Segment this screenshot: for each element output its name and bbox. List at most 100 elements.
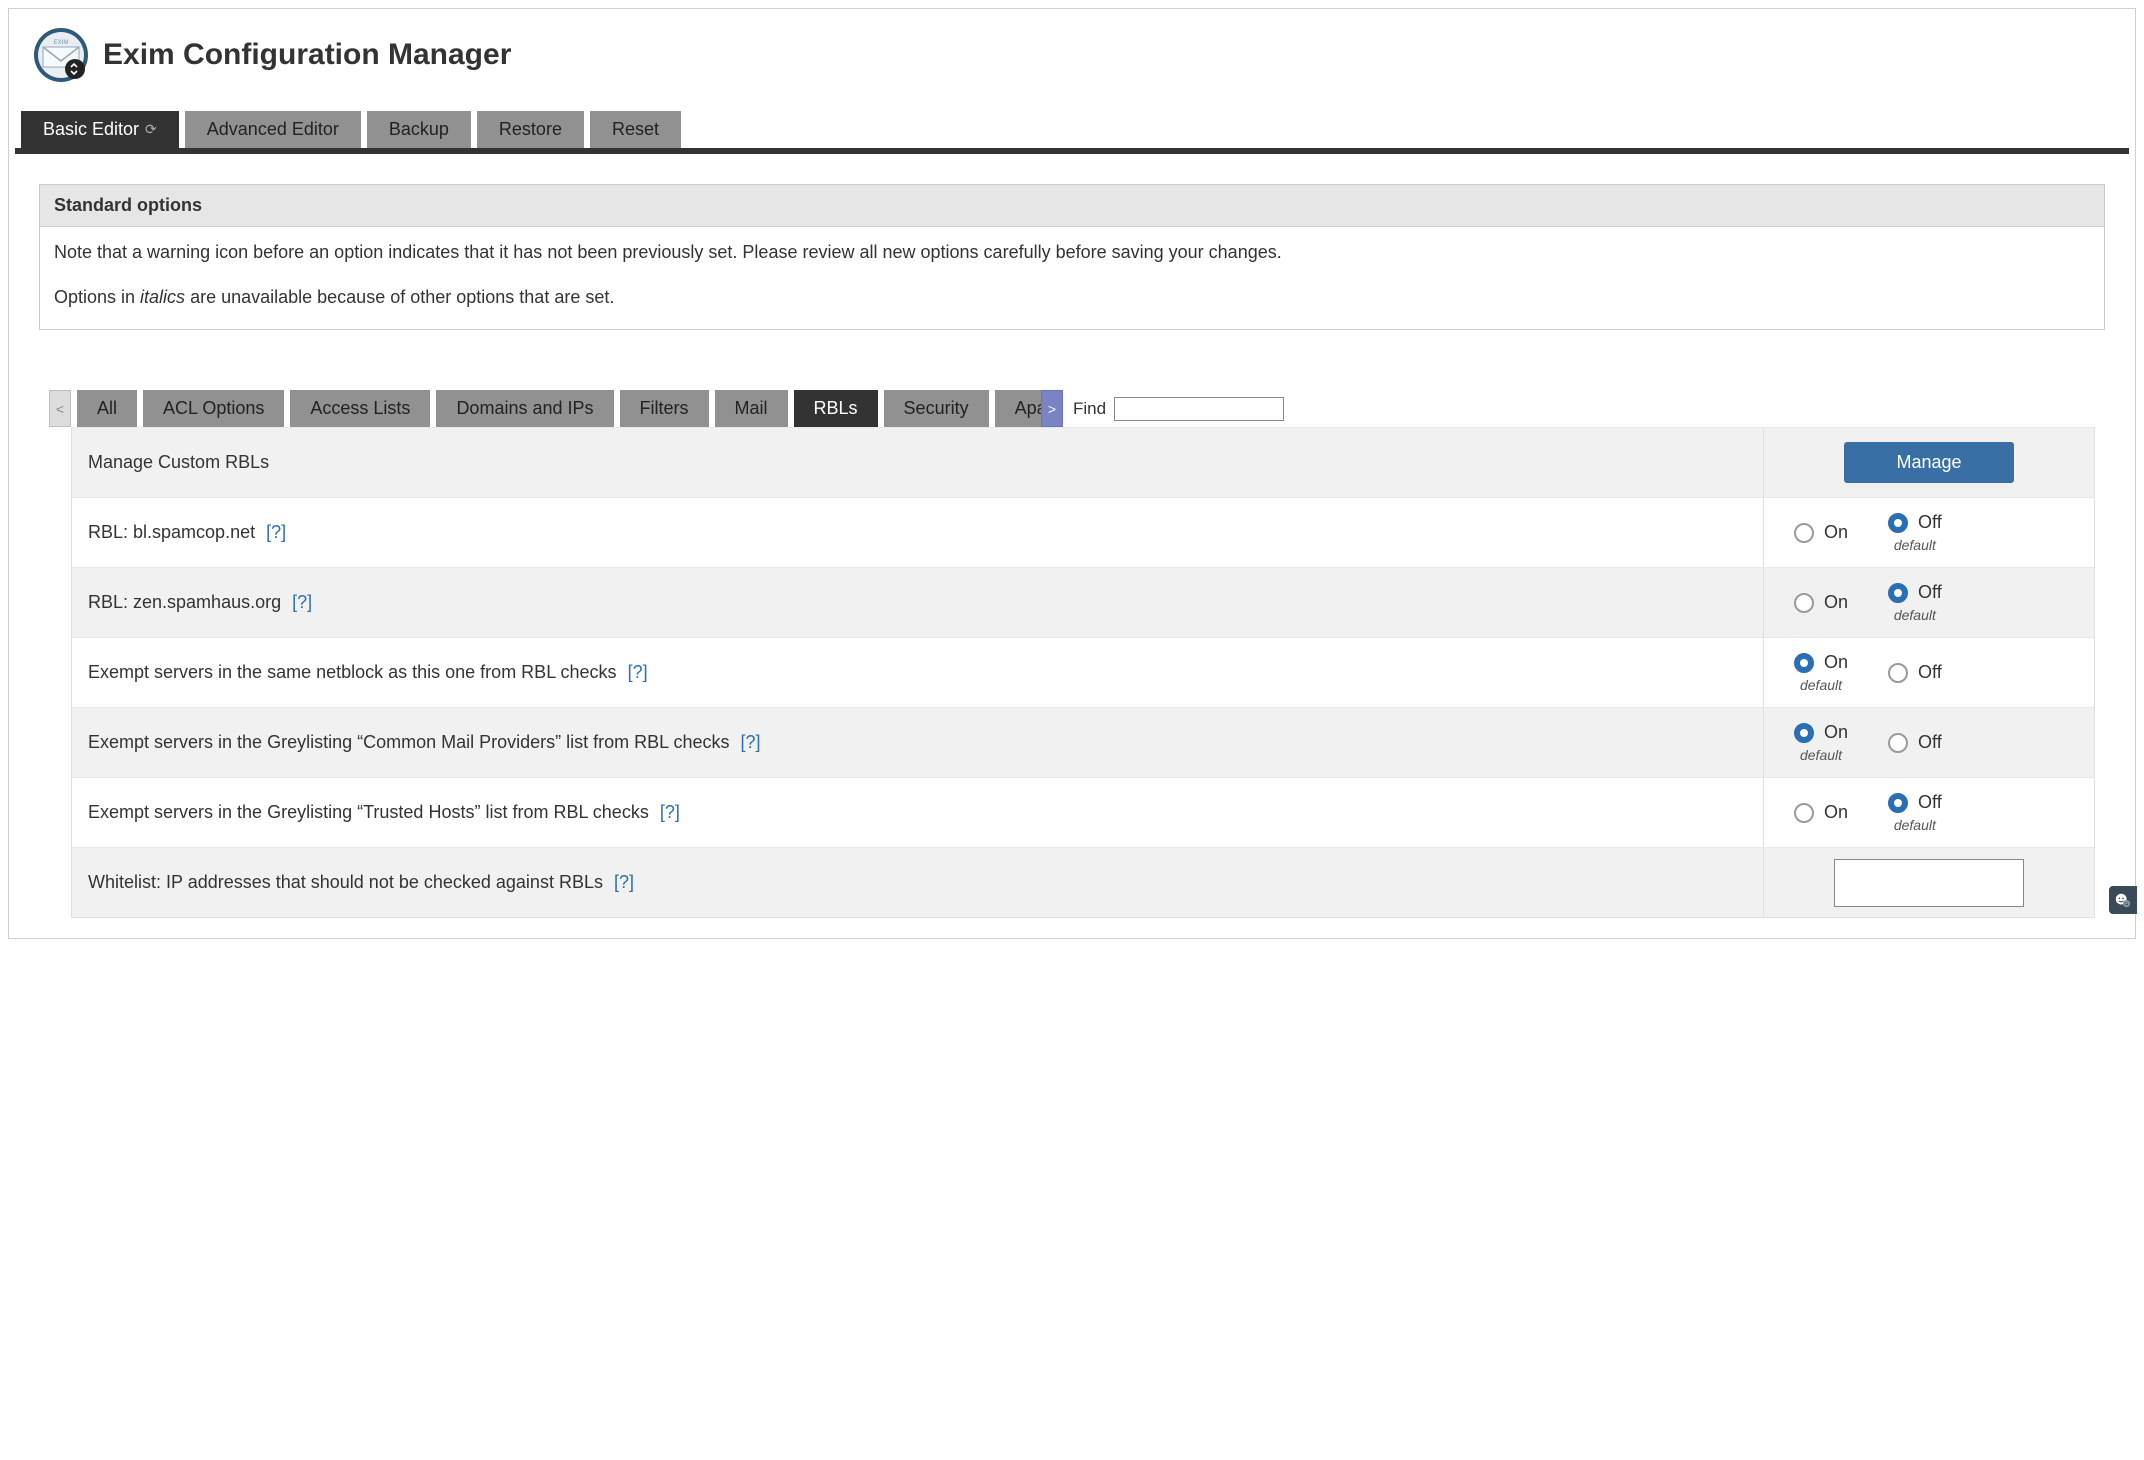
inner-tab-acl-options[interactable]: ACL Options (143, 390, 284, 427)
settings-control-cell: Manage (1764, 428, 2094, 497)
whitelist-ips-textarea[interactable] (1834, 859, 2024, 907)
settings-row-rbl-spamhaus: RBL: zen.spamhaus.org [?] On Offdefault (72, 567, 2094, 637)
exempt-greylist-trusted-on-group: On (1794, 802, 1848, 823)
settings-row-exempt-netblock: Exempt servers in the same netblock as t… (72, 637, 2094, 707)
default-indicator: default (1800, 747, 1842, 763)
default-indicator: default (1894, 607, 1936, 623)
notice-line-1: Note that a warning icon before an optio… (54, 239, 2090, 266)
rbl-spamcop-on-radio[interactable] (1794, 523, 1814, 543)
rbl-spamhaus-on-radio[interactable] (1794, 593, 1814, 613)
find-input[interactable] (1114, 397, 1284, 421)
tab-label: Backup (389, 119, 449, 140)
settings-control-cell: On default Off (1764, 708, 2094, 777)
setting-label: Exempt servers in the same netblock as t… (88, 662, 617, 682)
settings-table: Manage Custom RBLs Manage RBL: bl.spamcop.… (71, 427, 2095, 918)
exempt-netblock-on-radio[interactable] (1794, 653, 1814, 673)
tabs-scroll-left-button[interactable]: < (49, 390, 71, 427)
tab-reset[interactable]: Reset (590, 111, 681, 148)
svg-text:EXIM: EXIM (54, 40, 69, 46)
settings-control-cell: OnOffdefault (1764, 778, 2094, 847)
rbl-spamcop-off-group: Off default (1888, 512, 1942, 553)
refresh-icon: ⟳ (145, 121, 157, 138)
default-indicator: default (1894, 537, 1936, 553)
rbl-spamcop-off-radio[interactable] (1888, 513, 1908, 533)
settings-label-cell: Exempt servers in the Greylisting “Commo… (72, 708, 1764, 777)
setting-label: Whitelist: IP addresses that should not … (88, 872, 603, 892)
exempt-netblock-off-group: Off (1888, 662, 1942, 683)
settings-label-cell: Manage Custom RBLs (72, 428, 1764, 497)
help-link[interactable]: [?] (266, 522, 286, 542)
exempt-greylist-trusted-on-radio[interactable] (1794, 803, 1814, 823)
rbl-spamcop-off-label: Off (1918, 512, 1942, 533)
find-label: Find (1073, 399, 1106, 419)
rbl-spamhaus-on-group: On (1794, 592, 1848, 613)
notice-line-2: Options in italics are unavailable becau… (54, 284, 2090, 311)
exempt-netblock-off-radio[interactable] (1888, 663, 1908, 683)
setting-label: Exempt servers in the Greylisting “Commo… (88, 732, 730, 752)
tab-restore[interactable]: Restore (477, 111, 584, 148)
default-indicator: default (1894, 817, 1936, 833)
help-link[interactable]: [?] (614, 872, 634, 892)
exempt-netblock-on-label: On (1824, 652, 1848, 673)
settings-control-cell: On Offdefault (1764, 568, 2094, 637)
help-link[interactable]: [?] (292, 592, 312, 612)
page-title: Exim Configuration Manager (103, 38, 511, 72)
setting-label: Exempt servers in the Greylisting “Trust… (88, 802, 649, 822)
exempt-greylist-common-off-radio[interactable] (1888, 733, 1908, 753)
tabs-scroll-right-button[interactable]: > (1041, 390, 1063, 427)
setting-label: RBL: bl.spamcop.net (88, 522, 255, 542)
settings-row-exempt-greylist-common: Exempt servers in the Greylisting “Commo… (72, 707, 2094, 777)
exempt-greylist-common-on-group: On default (1794, 722, 1848, 763)
settings-label-cell: Exempt servers in the same netblock as t… (72, 638, 1764, 707)
settings-label-cell: Whitelist: IP addresses that should not … (72, 848, 1764, 917)
tab-advanced-editor[interactable]: Advanced Editor (185, 111, 361, 148)
exempt-netblock-off-label: Off (1918, 662, 1942, 683)
exempt-greylist-common-on-radio[interactable] (1794, 723, 1814, 743)
inner-tab-filters[interactable]: Filters (620, 390, 709, 427)
help-link[interactable]: [?] (741, 732, 761, 752)
app-header: EXIM Exim Configuration Manager (9, 9, 2135, 111)
rbl-spamcop-on-group: On (1794, 522, 1848, 543)
settings-control-cell: On default Off (1764, 638, 2094, 707)
inner-tab-mail[interactable]: Mail (715, 390, 788, 427)
inner-tabstrip: < AllACL OptionsAccess ListsDomains and … (49, 390, 2105, 427)
rbl-spamhaus-on-label: On (1824, 592, 1848, 613)
setting-label: Manage Custom RBLs (88, 452, 269, 472)
help-link[interactable]: [?] (660, 802, 680, 822)
tab-backup[interactable]: Backup (367, 111, 471, 148)
settings-control-cell (1764, 848, 2094, 917)
tab-label: Basic Editor (43, 119, 139, 140)
tab-basic-editor[interactable]: Basic Editor ⟳ (21, 111, 179, 148)
inner-tab-access-lists[interactable]: Access Lists (290, 390, 430, 427)
find-wrap: Find (1073, 390, 1284, 427)
inner-tab-domains-and-ips[interactable]: Domains and IPs (436, 390, 613, 427)
notice-body: Note that a warning icon before an optio… (40, 227, 2104, 329)
rbl-spamhaus-off-radio[interactable] (1888, 583, 1908, 603)
exempt-greylist-common-off-group: Off (1888, 732, 1942, 753)
inner-tab-rbls[interactable]: RBLs (794, 390, 878, 427)
inner-tab-apache-spamassassin[interactable]: Apache SpamAssas (995, 390, 1041, 427)
settings-row-exempt-greylist-trusted: Exempt servers in the Greylisting “Trust… (72, 777, 2094, 847)
settings-label-cell: RBL: bl.spamcop.net [?] (72, 498, 1764, 567)
rbl-spamcop-on-label: On (1824, 522, 1848, 543)
help-link[interactable]: [?] (628, 662, 648, 682)
inner-tab-security[interactable]: Security (884, 390, 989, 427)
exempt-greylist-common-on-label: On (1824, 722, 1848, 743)
settings-row-rbl-spamcop: RBL: bl.spamcop.net [?] On Off default (72, 497, 2094, 567)
manage-button[interactable]: Manage (1844, 442, 2013, 483)
exempt-greylist-trusted-off-radio[interactable] (1888, 793, 1908, 813)
rbl-spamhaus-off-group: Offdefault (1888, 582, 1942, 623)
feedback-badge-icon[interactable] (2109, 886, 2137, 914)
exempt-greylist-trusted-on-label: On (1824, 802, 1848, 823)
default-indicator: default (1800, 677, 1842, 693)
tab-label: Reset (612, 119, 659, 140)
settings-control-cell: On Off default (1764, 498, 2094, 567)
exempt-greylist-common-off-label: Off (1918, 732, 1942, 753)
exim-logo-icon: EXIM (33, 27, 89, 83)
settings-label-cell: RBL: zen.spamhaus.org [?] (72, 568, 1764, 637)
settings-row-whitelist-ips: Whitelist: IP addresses that should not … (72, 847, 2094, 917)
setting-label: RBL: zen.spamhaus.org (88, 592, 281, 612)
settings-label-cell: Exempt servers in the Greylisting “Trust… (72, 778, 1764, 847)
inner-tab-all[interactable]: All (77, 390, 137, 427)
settings-row-manage-custom-rbls: Manage Custom RBLs Manage (72, 427, 2094, 497)
